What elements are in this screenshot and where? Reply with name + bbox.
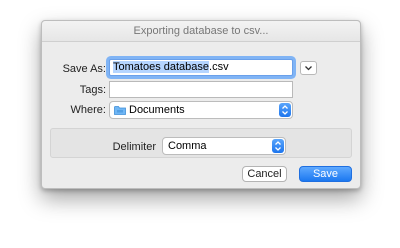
where-value: Documents (129, 104, 185, 116)
tags-input[interactable] (109, 81, 293, 98)
chevron-down-icon (305, 66, 312, 71)
popup-arrows-icon (272, 139, 284, 153)
folder-icon (114, 106, 126, 115)
dialog-titlebar: Exporting database to csv... (42, 21, 360, 42)
expand-dialog-button[interactable] (300, 61, 317, 75)
save-button[interactable]: Save (299, 166, 352, 182)
delimiter-label: Delimiter (112, 141, 156, 153)
dialog-title: Exporting database to csv... (133, 25, 269, 37)
cancel-button[interactable]: Cancel (242, 166, 287, 182)
where-label: Where: (70, 104, 106, 116)
export-dialog: Exporting database to csv... Save As: To… (41, 20, 361, 189)
popup-arrows-icon (279, 103, 291, 117)
save-as-selected-text: Tomatoes database (113, 61, 210, 73)
save-as-extension: .csv (209, 61, 229, 73)
delimiter-value: Comma (168, 140, 207, 152)
where-popup[interactable]: Documents (109, 101, 293, 119)
delimiter-popup[interactable]: Comma (162, 137, 286, 155)
tags-label: Tags: (79, 84, 106, 96)
save-as-label: Save As: (62, 63, 106, 75)
save-as-input[interactable]: Tomatoes database.csv (109, 59, 293, 76)
